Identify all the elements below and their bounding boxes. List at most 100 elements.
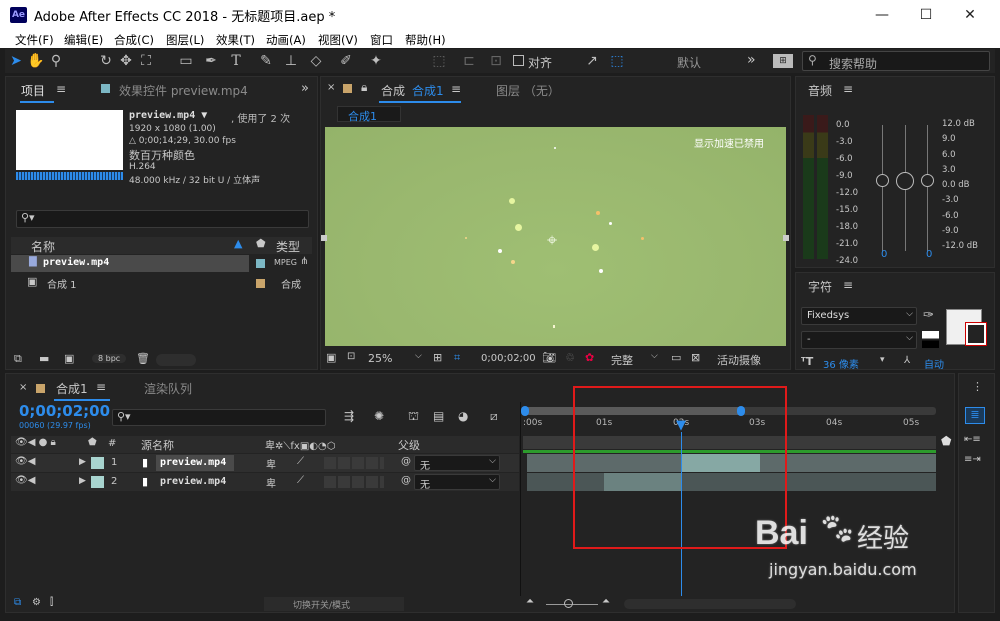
menu-window[interactable]: 窗口 [370,32,393,48]
workspace-menu-icon[interactable]: ⊞ [773,54,793,68]
tab-layer[interactable]: 图层 （无） [496,82,560,99]
parent-select[interactable]: 无 ⌵ [414,474,500,491]
camera-select[interactable]: 活动摄像 [717,352,761,368]
rotate-tool-icon[interactable]: ↻ [97,52,115,70]
pan-behind-tool-icon[interactable]: ⛶ [137,52,155,70]
comp-tab-prefix[interactable]: 合成 [381,82,405,99]
switch-boxes[interactable] [324,476,384,488]
close-tab-icon[interactable]: × [19,382,27,393]
zoom-out-icon[interactable]: ⏶ [526,596,534,607]
brush-tool-icon[interactable]: ✎ [257,52,275,70]
fit-icon[interactable]: ⊞ [433,351,442,364]
character-menu-icon[interactable]: ≡ [843,278,853,292]
draft-3d-icon[interactable]: ✺ [374,409,384,423]
work-area-start-handle[interactable] [521,406,529,416]
graph-editor-icon[interactable]: ⧄ [490,409,498,424]
viewer-handle-right[interactable] [783,235,789,241]
puppet-pin-tool-icon[interactable]: ✦ [367,52,385,70]
transfer-controls-icon[interactable]: ⚙ [32,597,41,608]
quality-switch-icon[interactable]: ⟋ [297,456,304,467]
fader-knob-right[interactable] [921,174,934,187]
rectangle-tool-icon[interactable]: ▭ [177,52,195,70]
snap-move-icon[interactable]: ↗ [583,52,601,70]
menu-effect[interactable]: 效果(T) [216,32,255,48]
workspace-more-button[interactable]: » [747,52,756,68]
safe-zones-icon[interactable]: ⌗ [454,351,460,365]
channel-icon[interactable]: ✿ [585,351,594,364]
leading-value[interactable]: 自动 [924,356,944,371]
timeline-menu-icon[interactable]: ≡ [96,380,106,394]
fader-knob-left[interactable] [876,174,889,187]
label-column-icon[interactable]: ⬟ [256,237,266,250]
timeline-scrollbar[interactable] [624,599,796,609]
minimize-button[interactable]: — [860,2,904,28]
chevron-down-icon[interactable]: ▾ [880,355,885,365]
swap-color-icon[interactable] [922,331,939,348]
viewer-handle-left[interactable] [321,235,327,241]
panel-menu-icon[interactable]: ⋮ [972,380,983,393]
bit-depth-button[interactable]: 8 bpc [92,354,127,363]
layer-label-color[interactable] [91,476,104,488]
snap-target-icon[interactable]: ⬚ [608,52,626,70]
pen-tool-icon[interactable]: ✒ [202,52,220,70]
clone-stamp-tool-icon[interactable]: ⊥ [282,52,300,70]
chevron-down-icon[interactable]: ⌵ [651,351,658,361]
indent-left-icon[interactable]: ⇤≡ [964,434,981,445]
camera-tool-icon[interactable]: ✥ [117,52,135,70]
layer-row[interactable]: 👁︎◀︎ ▶ 1 ▮ preview.mp4 卑 ⟋ @ 无 ⌵ [11,454,519,472]
project-menu-icon[interactable]: ≡ [56,82,66,96]
chevron-down-icon[interactable]: ⌵ [415,351,422,361]
tab-character[interactable]: 字符 [808,278,832,295]
zoom-select[interactable]: 25% [368,352,392,365]
snapshot-icon[interactable]: 📷︎ [542,351,556,364]
preview-icon[interactable]: ▣ [326,351,336,364]
delete-icon[interactable]: 🗑 [136,352,150,365]
menu-file[interactable]: 文件(F) [15,32,54,48]
eraser-tool-icon[interactable]: ◇ [307,52,325,70]
snap-grid-icon[interactable]: ⊡ [487,52,505,70]
in-out-icon[interactable]: ⫿ [50,597,53,608]
column-source-name[interactable]: 源名称 [141,437,174,453]
layer-name[interactable]: preview.mp4 [160,476,226,487]
font-size-value[interactable]: 36 像素 [823,356,859,371]
toggle-modes-button[interactable]: 切换开关/模式 [264,597,404,611]
panel-more-button[interactable]: » [301,81,309,96]
new-composition-icon[interactable]: ▣ [64,352,74,365]
comp-marker-icon[interactable]: ⬟ [941,434,951,448]
shy-layers-icon[interactable]: ⛫ [408,409,419,425]
stroke-color-swatch[interactable] [965,322,987,346]
fader-knob-master[interactable] [896,172,914,190]
show-snapshot-icon[interactable]: ♲ [565,351,575,364]
quality-switch-icon[interactable]: ⟋ [297,475,304,486]
menu-edit[interactable]: 编辑(E) [64,32,103,48]
tab-composition[interactable]: 合成1 [412,82,444,99]
visibility-icon[interactable]: 👁︎◀︎ [15,456,35,467]
menu-composition[interactable]: 合成(C) [114,32,154,48]
resolution-select[interactable]: 完整 [611,352,633,368]
eyedropper-icon[interactable]: ✑ [923,308,934,323]
align-icon[interactable]: ≣ [965,407,985,424]
tab-project[interactable]: 项目 [21,82,45,99]
viewer-timecode[interactable]: 0;00;02;00 [481,353,536,364]
collapse-switch-icon[interactable]: 卑 [266,475,276,490]
footage-name[interactable]: preview.mp4 ▼ [129,110,207,121]
frame-blending-icon[interactable]: ▤ [433,409,444,423]
visibility-icon[interactable]: 👁︎◀︎ [15,475,35,486]
zoom-tool-icon[interactable]: ⚲ [47,52,65,70]
menu-animation[interactable]: 动画(A) [266,32,306,48]
interpret-footage-icon[interactable]: ⧉ [14,352,22,366]
selection-tool-icon[interactable]: ➤ [7,52,25,70]
magnifier-icon[interactable]: ⊡ [347,351,355,362]
pickwhip-icon[interactable]: @ [401,456,411,467]
expand-arrow-icon[interactable]: ▶ [79,476,86,486]
font-family-select[interactable]: Fixedsys ⌵ [801,307,917,325]
font-style-select[interactable]: - ⌵ [801,331,917,349]
close-window-button[interactable]: ✕ [948,2,992,28]
column-parent[interactable]: 父级 [398,437,420,453]
indent-right-icon[interactable]: ≡⇥ [964,454,981,465]
column-type[interactable]: 类型 [276,238,300,255]
tab-render-queue[interactable]: 渲染队列 [144,380,192,397]
snap-edge-icon[interactable]: ⊏ [460,52,478,70]
parent-select[interactable]: 无 ⌵ [414,455,500,472]
new-folder-icon[interactable]: ▬ [39,352,49,365]
